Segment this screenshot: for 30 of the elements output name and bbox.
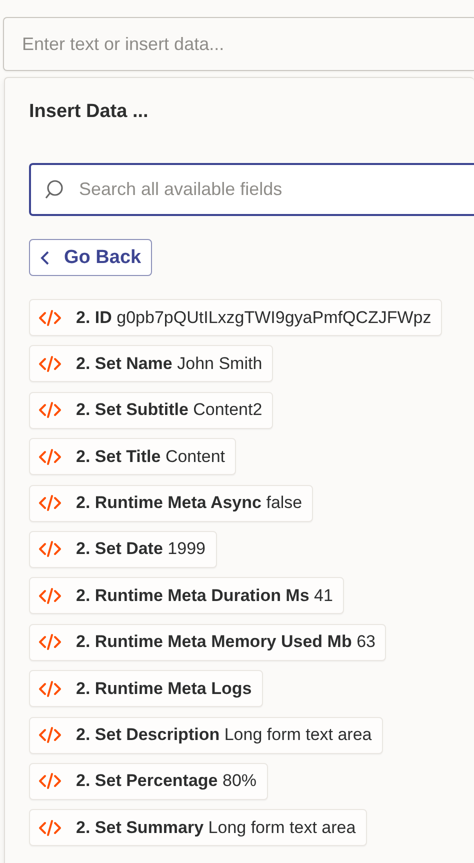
- code-icon: [38, 818, 62, 837]
- chevron-left-icon: [40, 250, 50, 266]
- code-icon: [38, 308, 62, 326]
- code-icon: [38, 540, 62, 558]
- field-item[interactable]: 2. Set Date 1999: [29, 530, 216, 568]
- search-icon: [43, 178, 65, 200]
- search-field[interactable]: Search all available fields: [29, 163, 474, 216]
- go-back-button[interactable]: Go Back: [29, 239, 152, 276]
- field-item[interactable]: 2. Runtime Meta Logs: [29, 670, 263, 708]
- panel-title: Insert Data ...: [29, 100, 148, 124]
- field-item[interactable]: 2. Set Description Long form text area: [29, 716, 383, 754]
- field-item[interactable]: 2. Set Title Content: [29, 438, 236, 476]
- code-icon: [38, 680, 62, 698]
- field-item[interactable]: 2. Runtime Meta Duration Ms 41: [29, 577, 344, 614]
- code-icon: [38, 633, 62, 652]
- field-item[interactable]: 2. Set Subtitle Content2: [29, 392, 274, 429]
- field-item[interactable]: 2. Runtime Meta Memory Used Mb 63: [29, 624, 386, 661]
- field-item[interactable]: 2. ID g0pb7pQUtILxzgTWI9gyaPmfQCZJFWpz: [29, 299, 442, 336]
- field-item[interactable]: 2. Set Name John Smith: [29, 345, 274, 382]
- code-icon: [38, 772, 62, 790]
- code-icon: [38, 494, 62, 512]
- field-item[interactable]: 2. Set Percentage 80%: [29, 762, 268, 800]
- code-icon: [38, 401, 62, 420]
- code-icon: [38, 354, 62, 373]
- code-icon: [38, 586, 62, 605]
- field-item[interactable]: 2. Set Summary Long form text area: [29, 809, 367, 846]
- text-input[interactable]: Enter text or insert data...: [3, 17, 474, 71]
- code-icon: [38, 726, 62, 744]
- field-item[interactable]: 2. Runtime Meta Async false: [29, 484, 314, 522]
- code-icon: [38, 448, 62, 466]
